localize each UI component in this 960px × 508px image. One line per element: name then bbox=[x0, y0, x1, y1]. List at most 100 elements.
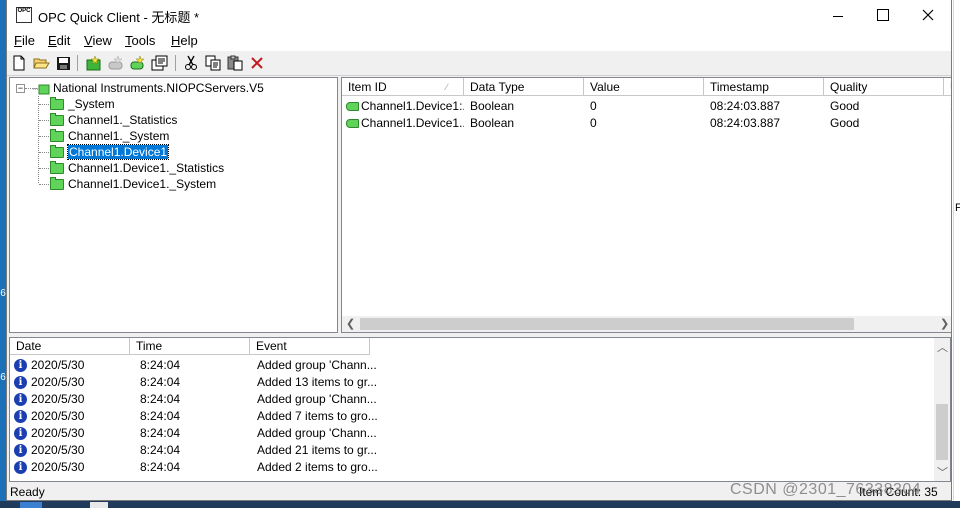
event-cell: Added 21 items to gr... bbox=[257, 443, 378, 457]
close-icon bbox=[922, 9, 934, 21]
date-cell: i 2020/5/30 bbox=[14, 459, 84, 476]
info-icon: i bbox=[14, 393, 27, 407]
column-header-timestamp[interactable]: Timestamp bbox=[704, 78, 824, 96]
menu-edit[interactable]: Edit bbox=[48, 33, 70, 48]
tree-node[interactable]: Channel1.Device1._System bbox=[50, 176, 216, 192]
tree-node[interactable]: Channel1.Device1._Statistics bbox=[50, 160, 224, 176]
server-tree: − National Instruments.NIOPCServers.V5 _… bbox=[9, 77, 338, 333]
tree-node[interactable]: Channel1._System bbox=[50, 128, 169, 144]
timestamp-cell: 08:24:03.887 bbox=[710, 99, 781, 113]
tree-connector bbox=[38, 96, 39, 183]
column-header-data-type[interactable]: Data Type bbox=[464, 78, 584, 96]
date-text: 2020/5/30 bbox=[31, 443, 85, 457]
scroll-left-icon[interactable]: ❮ bbox=[346, 317, 355, 330]
tree-node-label: Channel1._Statistics bbox=[68, 113, 178, 127]
event-cell: Added group 'Chann... bbox=[257, 358, 377, 372]
date-cell: i 2020/5/30 bbox=[14, 357, 84, 374]
date-cell: i 2020/5/30 bbox=[14, 442, 84, 459]
sort-arrow-icon: ∕ bbox=[446, 82, 448, 92]
taskbar-app[interactable] bbox=[90, 502, 108, 508]
folder-icon bbox=[50, 112, 64, 126]
new-item-button[interactable] bbox=[128, 54, 146, 72]
column-header-item-id[interactable]: Item ID ∕ bbox=[342, 78, 464, 96]
tree-node[interactable]: _System bbox=[50, 96, 115, 112]
scroll-up-icon[interactable]: ︿ bbox=[937, 339, 948, 355]
scrollbar-thumb[interactable] bbox=[936, 404, 948, 460]
maximize-button[interactable] bbox=[860, 0, 906, 30]
event-cell: Added 7 items to gro... bbox=[257, 409, 378, 423]
tree-node[interactable]: Channel1._Statistics bbox=[50, 112, 177, 128]
menu-bar: File Edit View Tools Help bbox=[7, 30, 951, 51]
tree-node-selected[interactable]: Channel1.Device1 bbox=[50, 144, 170, 160]
copy-icon bbox=[205, 55, 221, 71]
tree-node-label: _System bbox=[68, 97, 115, 111]
date-text: 2020/5/30 bbox=[31, 460, 85, 474]
app-icon: OPC bbox=[16, 7, 32, 23]
column-header-value[interactable]: Value bbox=[584, 78, 704, 96]
column-header-update-count[interactable]: U bbox=[944, 78, 951, 96]
new-file-icon bbox=[13, 55, 25, 71]
taskbar-start[interactable] bbox=[20, 502, 42, 508]
delete-button[interactable] bbox=[248, 54, 266, 72]
tree-root[interactable]: National Instruments.NIOPCServers.V5 bbox=[32, 80, 264, 96]
info-icon: i bbox=[14, 444, 27, 458]
new-item-icon bbox=[130, 55, 145, 70]
toolbar bbox=[7, 51, 951, 76]
item-id-text: Channel1.Device1.... bbox=[361, 116, 464, 130]
event-cell: Added 13 items to gr... bbox=[257, 375, 378, 389]
properties-icon bbox=[151, 55, 167, 71]
taskbar bbox=[0, 501, 960, 508]
menu-accel: E bbox=[48, 33, 57, 48]
event-cell: Added group 'Chann... bbox=[257, 392, 377, 406]
item-list: Item ID ∕ Data Type Value Timestamp Qual… bbox=[341, 77, 951, 333]
tree-node-label: Channel1.Device1._System bbox=[68, 177, 217, 191]
open-folder-icon bbox=[32, 58, 50, 69]
open-button[interactable] bbox=[32, 54, 50, 72]
menu-file[interactable]: File bbox=[14, 33, 35, 48]
tree-node-label: Channel1.Device1 bbox=[66, 144, 170, 160]
column-header-event[interactable]: Event bbox=[250, 338, 370, 355]
menu-view[interactable]: View bbox=[84, 33, 112, 48]
tree-root-label: National Instruments.NIOPCServers.V5 bbox=[53, 81, 264, 95]
date-text: 2020/5/30 bbox=[31, 375, 85, 389]
vertical-scrollbar[interactable]: ︿ ﹀ bbox=[934, 338, 950, 481]
save-button[interactable] bbox=[54, 54, 72, 72]
event-cell: Added group 'Chann... bbox=[257, 426, 377, 440]
column-header-date[interactable]: Date bbox=[10, 338, 130, 355]
properties-button[interactable] bbox=[150, 54, 168, 72]
desktop-right-edge: F bbox=[953, 0, 960, 508]
column-header-label: Data Type bbox=[470, 80, 525, 94]
date-cell: i 2020/5/30 bbox=[14, 374, 84, 391]
menu-help[interactable]: Help bbox=[171, 33, 198, 48]
new-button[interactable] bbox=[10, 54, 28, 72]
paste-button[interactable] bbox=[226, 54, 244, 72]
menu-tools[interactable]: Tools bbox=[125, 33, 155, 48]
close-button[interactable] bbox=[905, 0, 951, 30]
minimize-button[interactable] bbox=[815, 0, 861, 30]
tree-collapse-toggle[interactable]: − bbox=[16, 84, 25, 93]
column-header-label: Event bbox=[256, 339, 287, 353]
scroll-right-icon[interactable]: ❯ bbox=[940, 317, 949, 330]
horizontal-scrollbar[interactable]: ❮ ❯ bbox=[342, 316, 951, 332]
column-header-quality[interactable]: Quality bbox=[824, 78, 944, 96]
time-cell: 8:24:04 bbox=[140, 375, 181, 389]
scroll-down-icon[interactable]: ﹀ bbox=[937, 464, 948, 480]
desktop-edge-char: F bbox=[955, 202, 960, 214]
time-cell: 8:24:04 bbox=[140, 358, 181, 372]
time-cell: 8:24:04 bbox=[140, 460, 181, 474]
copy-button[interactable] bbox=[204, 54, 222, 72]
column-header-label: Timestamp bbox=[710, 80, 769, 94]
menu-label: elp bbox=[180, 33, 198, 48]
title-bar[interactable]: OPC OPC Quick Client - 无标题 * bbox=[7, 0, 951, 30]
folder-icon bbox=[50, 176, 64, 190]
value-cell: 0 bbox=[590, 116, 597, 130]
column-header-time[interactable]: Time bbox=[130, 338, 250, 355]
scrollbar-thumb[interactable] bbox=[360, 318, 854, 330]
info-icon: i bbox=[14, 359, 27, 373]
new-server-button[interactable] bbox=[84, 54, 102, 72]
cut-button[interactable] bbox=[182, 54, 200, 72]
new-group-button bbox=[106, 54, 124, 72]
server-icon bbox=[33, 84, 50, 94]
item-id-cell: Channel1.Device1.... bbox=[346, 115, 464, 132]
menu-label: dit bbox=[56, 33, 71, 48]
